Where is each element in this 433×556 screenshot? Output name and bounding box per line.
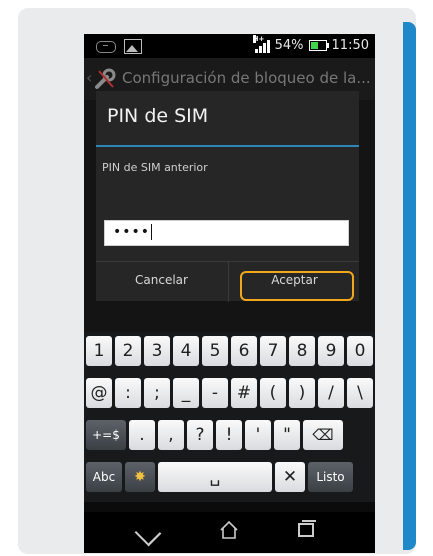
key-open-paren[interactable]: (: [260, 378, 286, 408]
backspace-icon[interactable]: ⌫: [303, 420, 343, 450]
key-2[interactable]: 2: [115, 336, 141, 366]
key-5[interactable]: 5: [202, 336, 228, 366]
dialog-divider: [96, 145, 359, 147]
pin-input-value: ••••: [113, 224, 151, 240]
key-semicolon[interactable]: ;: [144, 378, 170, 408]
key-slash[interactable]: /: [318, 378, 344, 408]
key-quote[interactable]: ": [274, 420, 300, 450]
key-colon[interactable]: :: [115, 378, 141, 408]
key-comma[interactable]: ,: [158, 420, 184, 450]
key-backslash[interactable]: \: [347, 378, 373, 408]
accept-button-highlight: [240, 271, 354, 301]
chevron-down-icon[interactable]: [134, 519, 162, 547]
magic-wand-icon[interactable]: ✸: [125, 462, 155, 492]
key-at[interactable]: @: [86, 378, 112, 408]
key-0[interactable]: 0: [347, 336, 373, 366]
key-8[interactable]: 8: [289, 336, 315, 366]
card-accent-bar: [403, 22, 416, 550]
image-icon: [124, 39, 142, 54]
battery-percent: 54%: [274, 38, 304, 53]
key-3[interactable]: 3: [144, 336, 170, 366]
cancel-button[interactable]: Cancelar: [96, 262, 227, 302]
phone-screen: H+ 54% 11:50 ‹ Configuración de bloqueo …: [84, 34, 375, 553]
key-question[interactable]: ?: [187, 420, 213, 450]
sim-pin-dialog: PIN de SIM PIN de SIM anterior •••• Canc…: [96, 91, 359, 302]
status-bar: H+ 54% 11:50: [84, 34, 375, 58]
key-exclamation[interactable]: !: [216, 420, 242, 450]
key-done[interactable]: Listo: [308, 462, 353, 492]
key-6[interactable]: 6: [231, 336, 257, 366]
text-caret: [151, 224, 153, 240]
key-7[interactable]: 7: [260, 336, 286, 366]
home-icon[interactable]: [219, 520, 239, 540]
tools-icon[interactable]: ✕: [275, 462, 305, 492]
signal-icon: H+: [252, 34, 270, 53]
pin-input[interactable]: ••••: [104, 220, 349, 246]
keyboard-row-symbols: @ : ; _ - # ( ) / \: [86, 378, 373, 408]
keyboard-row-punctuation: +=$ . , ? ! ' " ⌫: [86, 420, 343, 450]
battery-icon: [308, 40, 329, 51]
wrench-icon: [95, 68, 116, 89]
clock: 11:50: [331, 38, 369, 53]
key-apostrophe[interactable]: ': [245, 420, 271, 450]
key-1[interactable]: 1: [86, 336, 112, 366]
key-period[interactable]: .: [129, 420, 155, 450]
action-bar-title: Configuración de bloqueo de la...: [122, 69, 371, 87]
navigation-bar: [84, 512, 375, 553]
keyboard-row-numbers: 1 2 3 4 5 6 7 8 9 0: [86, 336, 373, 366]
back-icon[interactable]: ‹: [86, 68, 92, 87]
key-more-symbols[interactable]: +=$: [86, 420, 126, 450]
pin-field-label: PIN de SIM anterior: [102, 161, 208, 174]
key-hash[interactable]: #: [231, 378, 257, 408]
voicemail-icon: [96, 40, 116, 53]
recent-apps-icon[interactable]: [298, 520, 316, 537]
spacebar[interactable]: ␣: [158, 462, 272, 492]
key-hyphen[interactable]: -: [202, 378, 228, 408]
keyboard-row-bottom: Abc ✸ ␣ ✕ Listo: [86, 462, 353, 492]
key-abc[interactable]: Abc: [86, 462, 122, 492]
key-underscore[interactable]: _: [173, 378, 199, 408]
key-4[interactable]: 4: [173, 336, 199, 366]
key-close-paren[interactable]: ): [289, 378, 315, 408]
key-9[interactable]: 9: [318, 336, 344, 366]
network-type: H+: [252, 34, 265, 43]
symbol-keyboard: 1 2 3 4 5 6 7 8 9 0 @ : ; _ - # ( ) / \ …: [84, 332, 375, 502]
dialog-title: PIN de SIM: [107, 105, 209, 127]
